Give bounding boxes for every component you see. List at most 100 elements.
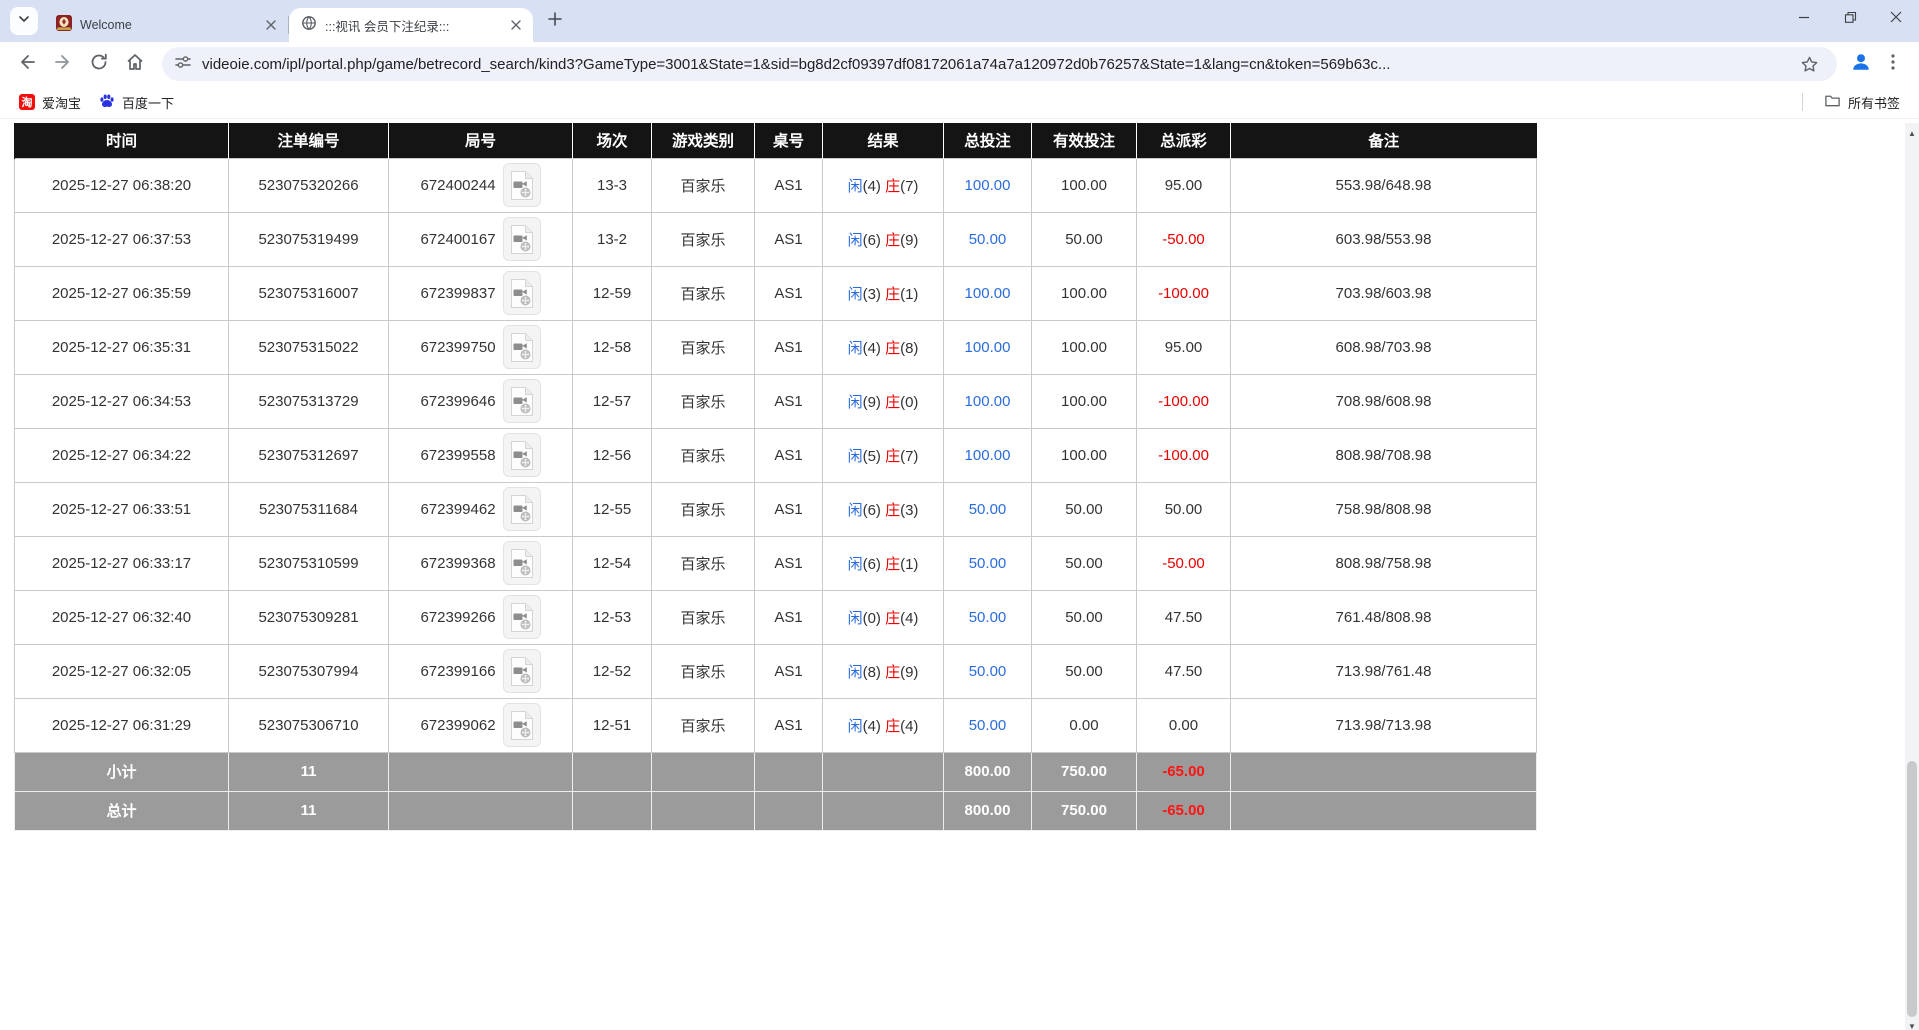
video-icon[interactable] [502,595,541,639]
cell-table: AS1 [754,697,823,753]
url-bar[interactable]: videoie.com/ipl/portal.php/game/betrecor… [162,47,1837,81]
table-row: 2025-12-27 06:35:31 523075315022 672399750… [14,319,1537,375]
player-label: 闲 [847,285,863,303]
video-icon[interactable] [502,433,541,477]
video-icon[interactable] [502,325,541,369]
back-button[interactable] [10,47,44,81]
cell-game: 百家乐 [651,157,755,213]
arrow-left-icon [17,52,37,77]
cell-table: AS1 [754,373,823,429]
reload-button[interactable] [82,47,116,81]
video-icon[interactable] [502,703,541,747]
profile-avatar[interactable] [1845,48,1877,80]
new-tab-button[interactable] [541,7,569,35]
round-number: 672399062 [420,716,496,734]
video-icon[interactable] [502,379,541,423]
tab-search-button[interactable] [10,7,38,35]
browser-menu-button[interactable] [1877,48,1909,80]
page-content: 时间 注单编号 局号 场次 游戏类别 桌号 结果 总投注 有效投注 总派彩 备注 2025-12-2… [0,123,1919,1030]
cell-round: 672399837 [388,265,573,321]
cell-time: 2025-12-27 06:31:29 [14,697,229,753]
forward-button[interactable] [46,47,80,81]
result-text: 闲(4) 庄(8) [847,339,919,357]
cell-time: 2025-12-27 06:33:17 [14,535,229,591]
kebab-menu-icon [1891,53,1895,75]
bookmark-star-icon[interactable] [1793,48,1825,80]
bookmark-label: 爱淘宝 [42,95,82,111]
cell-payout: 47.50 [1136,589,1231,645]
tune-sliders-icon[interactable] [174,53,192,76]
plus-icon [548,11,562,31]
cell-remark: 713.98/761.48 [1230,643,1537,699]
cell-table: AS1 [754,535,823,591]
scrollbar-up-arrow[interactable]: ▲ [1905,125,1919,141]
cell-session: 13-3 [572,157,652,213]
minimize-button[interactable] [1781,0,1827,34]
table-row: 2025-12-27 06:38:20 523075320266 672400244… [14,157,1537,213]
video-icon[interactable] [502,271,541,315]
column-header: 游戏类别 [651,123,755,158]
tab-close-icon[interactable] [262,16,280,34]
summary-cell [754,751,823,792]
cell-payout: 50.00 [1136,481,1231,537]
video-icon[interactable] [502,487,541,531]
tab-close-icon[interactable] [507,16,525,34]
summary-cell [822,751,944,792]
cell-table: AS1 [754,157,823,213]
cell-round: 672400167 [388,211,573,267]
cell-result: 闲(3) 庄(1) [822,265,944,321]
summary-cell: 11 [228,790,389,831]
cell-round: 672400244 [388,157,573,213]
cell-round: 672399750 [388,319,573,375]
cell-valid-bet: 50.00 [1031,211,1137,267]
cell-result: 闲(6) 庄(9) [822,211,944,267]
summary-cell: -65.00 [1136,790,1231,831]
arrow-right-icon [53,52,73,77]
table-row: 2025-12-27 06:34:22 523075312697 672399558… [14,427,1537,483]
banker-label: 庄 [885,717,901,735]
cell-total-bet: 50.00 [943,481,1032,537]
all-bookmarks-button[interactable]: 所有书签 [1815,89,1909,115]
page-scrollbar[interactable]: ▲ ▼ [1905,123,1919,1030]
cell-table: AS1 [754,481,823,537]
cell-total-bet: 100.00 [943,265,1032,321]
close-window-button[interactable] [1873,0,1919,34]
cell-total-bet: 50.00 [943,535,1032,591]
summary-cell [651,751,755,792]
cell-valid-bet: 100.00 [1031,157,1137,213]
column-header: 场次 [572,123,652,158]
tab-welcome[interactable]: Welcome [44,8,288,42]
video-icon[interactable] [502,541,541,585]
cell-payout: -100.00 [1136,373,1231,429]
round-number: 672399646 [420,392,496,410]
cell-game: 百家乐 [651,589,755,645]
video-icon[interactable] [502,163,541,207]
reload-icon [89,52,109,77]
restore-button[interactable] [1827,0,1873,34]
cell-session: 12-57 [572,373,652,429]
cell-session: 12-54 [572,535,652,591]
home-button[interactable] [118,47,152,81]
video-icon[interactable] [502,649,541,693]
cell-total-bet: 50.00 [943,211,1032,267]
cell-round: 672399558 [388,427,573,483]
cell-payout: -100.00 [1136,265,1231,321]
summary-cell [754,790,823,831]
scrollbar-down-arrow[interactable]: ▼ [1905,1018,1919,1030]
bookmark-baidu[interactable]: 百度一下 [90,89,183,115]
video-icon[interactable] [502,217,541,261]
column-header: 结果 [822,123,944,158]
cell-game: 百家乐 [651,481,755,537]
tab-bet-records[interactable]: :::视讯 会员下注纪录::: [289,8,533,42]
cell-round: 672399368 [388,535,573,591]
cell-round: 672399646 [388,373,573,429]
cell-bet-id: 523075309281 [228,589,389,645]
bet-table-header-row: 时间 注单编号 局号 场次 游戏类别 桌号 结果 总投注 有效投注 总派彩 备注 [14,123,1537,158]
cell-game: 百家乐 [651,265,755,321]
scrollbar-thumb[interactable] [1907,761,1917,1017]
url-text[interactable]: videoie.com/ipl/portal.php/game/betrecor… [202,56,1783,73]
cell-valid-bet: 50.00 [1031,481,1137,537]
bookmark-aitaobao[interactable]: 淘 爱淘宝 [10,89,90,115]
summary-cell: 11 [228,751,389,792]
cell-session: 12-52 [572,643,652,699]
